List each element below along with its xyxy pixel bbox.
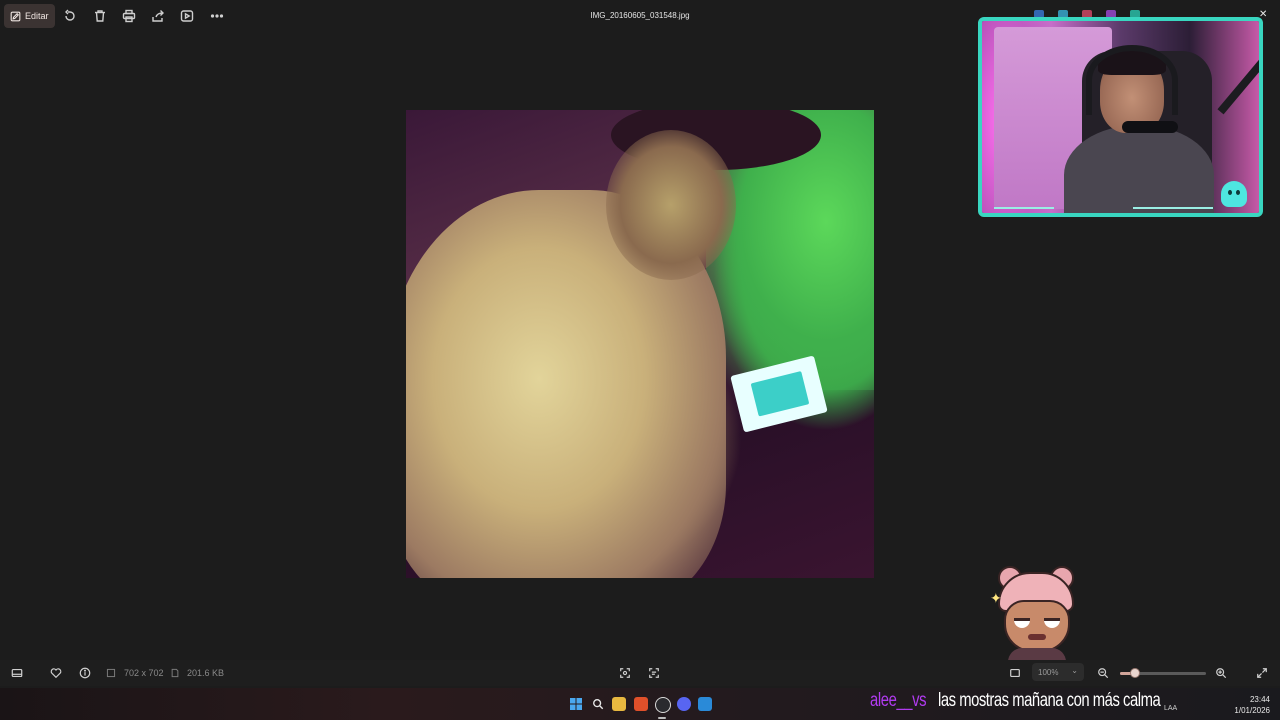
webcam-overlay bbox=[978, 17, 1263, 217]
photos-icon[interactable] bbox=[698, 697, 712, 711]
search-icon[interactable] bbox=[591, 697, 605, 711]
clock-date: 1/01/2026 bbox=[1234, 706, 1270, 715]
chevron-down-icon: ⌄ bbox=[1071, 666, 1078, 675]
fullscreen-icon[interactable] bbox=[1255, 666, 1269, 680]
visual-search-icon[interactable] bbox=[618, 666, 632, 680]
keyboard-language[interactable]: LAA bbox=[1164, 705, 1177, 712]
fit-to-window-icon[interactable] bbox=[1008, 666, 1022, 680]
file-size: 201.6 KB bbox=[187, 668, 225, 678]
clock-time: 23:44 bbox=[1249, 695, 1270, 704]
brave-icon[interactable] bbox=[634, 697, 648, 711]
info-icon[interactable] bbox=[78, 666, 92, 680]
microphone bbox=[1122, 121, 1178, 133]
rotate-icon[interactable] bbox=[62, 8, 78, 24]
zoom-level-dropdown[interactable]: 100% ⌄ bbox=[1032, 663, 1084, 681]
bear-hat-sticker: ✦ bbox=[990, 566, 1084, 670]
close-icon[interactable]: ✕ bbox=[1259, 10, 1269, 20]
system-clock[interactable]: 23:44 1/01/2026 bbox=[1226, 694, 1270, 716]
photos-app-window: Editar IMG_20160605_031548.jpg ✕ ✦ 702 x… bbox=[0, 0, 1280, 720]
chat-username: alee__vs bbox=[870, 690, 927, 711]
chat-message-text: las mostras mañana con más calma bbox=[938, 690, 1161, 711]
filmstrip-icon[interactable] bbox=[10, 666, 24, 680]
more-icon[interactable] bbox=[209, 8, 225, 24]
file-name-title: IMG_20160605_031548.jpg bbox=[590, 11, 690, 20]
share-icon[interactable] bbox=[150, 8, 166, 24]
pencil-icon bbox=[10, 11, 21, 21]
delete-icon[interactable] bbox=[92, 8, 108, 24]
sparkle-icon: ✦ bbox=[990, 590, 1002, 606]
zoom-level-value: 100% bbox=[1038, 667, 1059, 677]
discord-icon[interactable] bbox=[677, 697, 691, 711]
windows-start-icon[interactable] bbox=[569, 697, 583, 711]
zoom-slider[interactable] bbox=[1120, 668, 1206, 678]
edit-button-label: Editar bbox=[25, 11, 49, 21]
zoom-in-icon[interactable] bbox=[1214, 666, 1228, 680]
ghost-icon bbox=[1221, 181, 1247, 207]
dimensions-icon bbox=[106, 666, 116, 680]
headset bbox=[1086, 45, 1178, 115]
file-explorer-icon[interactable] bbox=[612, 697, 626, 711]
print-icon[interactable] bbox=[121, 8, 137, 24]
status-bar: 702 x 702 201.6 KB 100% ⌄ bbox=[0, 660, 1280, 686]
zoom-slider-thumb[interactable] bbox=[1130, 668, 1140, 678]
ocr-text-icon[interactable] bbox=[647, 666, 661, 680]
image-dimensions: 702 x 702 bbox=[124, 668, 164, 678]
favorite-heart-icon[interactable] bbox=[49, 666, 63, 680]
obs-icon[interactable] bbox=[655, 697, 671, 713]
edit-button[interactable]: Editar bbox=[4, 4, 55, 28]
file-size-icon bbox=[170, 666, 180, 680]
active-app-indicator bbox=[658, 717, 666, 719]
zoom-out-icon[interactable] bbox=[1096, 666, 1110, 680]
slideshow-icon[interactable] bbox=[179, 8, 195, 24]
photo-viewer-image[interactable] bbox=[406, 110, 874, 578]
